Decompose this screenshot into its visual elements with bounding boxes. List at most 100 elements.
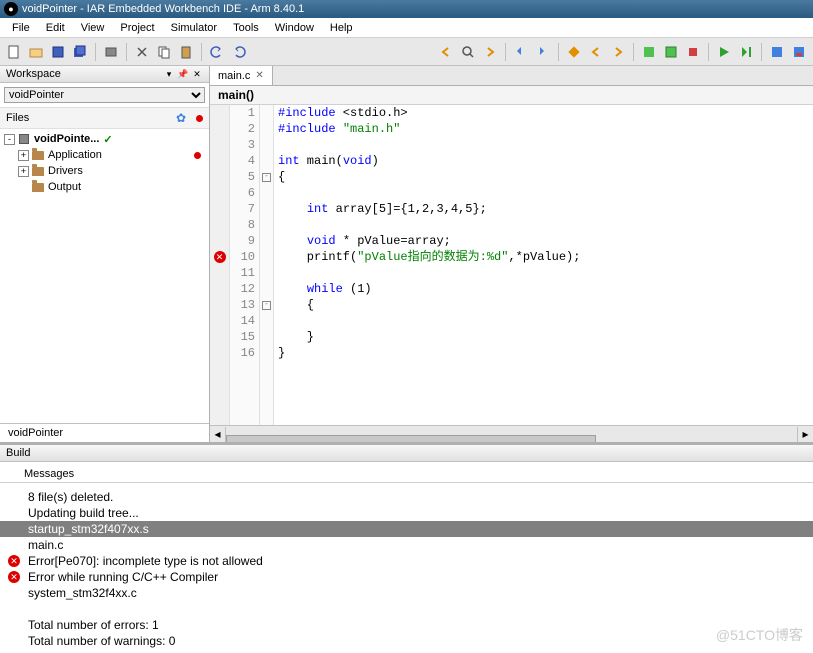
tab-main-c[interactable]: main.c ✕ <box>210 66 273 85</box>
expander-icon[interactable]: - <box>4 134 15 145</box>
code-line[interactable]: void * pValue=array; <box>278 233 809 249</box>
menu-file[interactable]: File <box>4 20 38 36</box>
download2-icon[interactable] <box>789 42 809 62</box>
paste-icon[interactable] <box>176 42 196 62</box>
build-messages: Messages 8 file(s) deleted.Updating buil… <box>0 462 813 653</box>
code-line[interactable]: #include <stdio.h> <box>278 105 809 121</box>
code-area[interactable]: ✕ 12345678910111213141516 - - #include <s… <box>210 105 813 425</box>
error-icon[interactable]: ✕ <box>214 251 226 263</box>
fold-icon[interactable]: - <box>262 173 271 182</box>
print-icon[interactable] <box>101 42 121 62</box>
download-icon[interactable] <box>767 42 787 62</box>
code-line[interactable] <box>278 265 809 281</box>
nav-back2-icon[interactable] <box>586 42 606 62</box>
find-icon[interactable] <box>458 42 478 62</box>
error-icon: ✕ <box>8 571 20 583</box>
message-text: startup_stm32f407xx.s <box>24 522 809 536</box>
save-all-icon[interactable] <box>70 42 90 62</box>
line-numbers: 12345678910111213141516 <box>230 105 260 425</box>
build-message-row[interactable]: ✕Error while running C/C++ Compiler <box>0 569 813 585</box>
horizontal-scrollbar[interactable]: ◂ ▸ <box>210 425 813 442</box>
code-line[interactable]: while (1) <box>278 281 809 297</box>
cut-icon[interactable] <box>132 42 152 62</box>
code-line[interactable] <box>278 185 809 201</box>
build-message-row[interactable]: startup_stm32f407xx.s <box>0 521 813 537</box>
main-area: Workspace ▾ 📌 ✕ voidPointer Files ✿ -voi… <box>0 66 813 442</box>
code-content[interactable]: #include <stdio.h>#include "main.h" int m… <box>274 105 813 425</box>
debug-step-icon[interactable] <box>736 42 756 62</box>
menu-edit[interactable]: Edit <box>38 20 73 36</box>
build-message-row[interactable]: system_stm32f4xx.c <box>0 585 813 601</box>
title-bar: ● voidPointer - IAR Embedded Workbench I… <box>0 0 813 18</box>
compile-icon[interactable] <box>639 42 659 62</box>
separator <box>95 43 96 61</box>
menu-window[interactable]: Window <box>267 20 322 36</box>
separator <box>201 43 202 61</box>
dropdown-icon[interactable]: ▾ <box>163 68 175 80</box>
copy-icon[interactable] <box>154 42 174 62</box>
tree-node[interactable]: + Application <box>0 147 209 163</box>
toolbar <box>0 38 813 66</box>
menu-simulator[interactable]: Simulator <box>163 20 225 36</box>
window-title: voidPointer - IAR Embedded Workbench IDE… <box>22 3 304 15</box>
open-icon[interactable] <box>26 42 46 62</box>
code-line[interactable] <box>278 137 809 153</box>
code-line[interactable]: { <box>278 169 809 185</box>
separator <box>505 43 506 61</box>
code-line[interactable]: int array[5]={1,2,3,4,5}; <box>278 201 809 217</box>
code-line[interactable] <box>278 217 809 233</box>
fold-icon[interactable]: - <box>262 301 271 310</box>
nav-back-icon[interactable] <box>436 42 456 62</box>
gear-icon[interactable]: ✿ <box>176 111 186 125</box>
code-line[interactable]: } <box>278 345 809 361</box>
expander-icon[interactable]: + <box>18 166 29 177</box>
editor-tabs: main.c ✕ <box>210 66 813 86</box>
workspace-tab[interactable]: voidPointer <box>0 423 209 442</box>
code-line[interactable]: printf("pValue指向的数据为:%d",*pValue); <box>278 249 809 265</box>
build-message-row[interactable]: ✕Error[Pe070]: incomplete type is not al… <box>0 553 813 569</box>
build-message-row[interactable]: 8 file(s) deleted. <box>0 489 813 505</box>
code-line[interactable]: int main(void) <box>278 153 809 169</box>
menu-project[interactable]: Project <box>112 20 162 36</box>
build-message-row[interactable]: Updating build tree... <box>0 505 813 521</box>
new-file-icon[interactable] <box>4 42 24 62</box>
tree-label: Application <box>48 149 102 161</box>
build-message-row[interactable]: Total number of warnings: 0 <box>0 633 813 649</box>
workspace-panel: Workspace ▾ 📌 ✕ voidPointer Files ✿ -voi… <box>0 66 210 442</box>
app-logo-icon: ● <box>4 2 18 16</box>
save-icon[interactable] <box>48 42 68 62</box>
make-icon[interactable] <box>661 42 681 62</box>
tree-label: Drivers <box>48 165 83 177</box>
code-line[interactable]: #include "main.h" <box>278 121 809 137</box>
expander-icon[interactable]: + <box>18 150 29 161</box>
code-line[interactable]: } <box>278 329 809 345</box>
menu-bar: FileEditViewProjectSimulatorToolsWindowH… <box>0 18 813 38</box>
build-message-row[interactable] <box>0 601 813 617</box>
tree-node[interactable]: -voidPointe...✓ <box>0 131 209 147</box>
close-icon[interactable]: ✕ <box>191 68 203 80</box>
separator <box>126 43 127 61</box>
bookmark-next-icon[interactable] <box>533 42 553 62</box>
tree-node[interactable]: Output <box>0 179 209 195</box>
undo-icon[interactable] <box>207 42 227 62</box>
menu-help[interactable]: Help <box>322 20 361 36</box>
bookmark-prev-icon[interactable] <box>511 42 531 62</box>
nav-fwd-icon[interactable] <box>480 42 500 62</box>
menu-view[interactable]: View <box>73 20 113 36</box>
pin-icon[interactable]: 📌 <box>177 68 189 80</box>
tree-label: voidPointe... <box>34 133 99 145</box>
debug-run-icon[interactable] <box>714 42 734 62</box>
build-message-row[interactable]: main.c <box>0 537 813 553</box>
build-message-row[interactable]: Total number of errors: 1 <box>0 617 813 633</box>
breakpoint-icon[interactable] <box>564 42 584 62</box>
nav-fwd2-icon[interactable] <box>608 42 628 62</box>
tree-node[interactable]: + Drivers <box>0 163 209 179</box>
code-line[interactable]: { <box>278 297 809 313</box>
menu-tools[interactable]: Tools <box>225 20 267 36</box>
code-line[interactable] <box>278 313 809 329</box>
redo-icon[interactable] <box>229 42 249 62</box>
close-icon[interactable]: ✕ <box>255 70 263 81</box>
stop-build-icon[interactable] <box>683 42 703 62</box>
project-select[interactable]: voidPointer <box>4 87 205 103</box>
editor-area: main.c ✕ main() ✕ 1234567891011121314151… <box>210 66 813 442</box>
